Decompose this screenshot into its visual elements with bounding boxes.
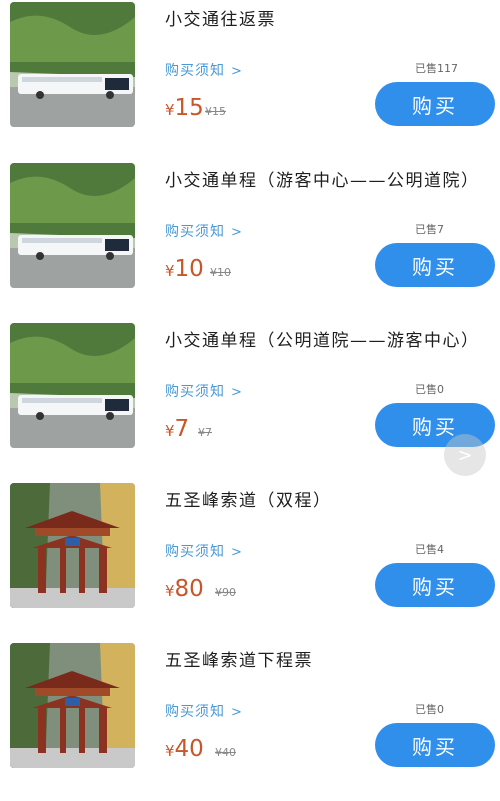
original-price: ¥7	[198, 426, 212, 439]
shuttle-bus-image	[10, 163, 135, 288]
ticket-title: 五圣峰索道（双程）	[165, 491, 332, 511]
price-value: 15	[174, 95, 204, 121]
ticket-item[interactable]: 小交通单程（游客中心——公明道院） 购买须知 > 已售7 ¥10 ¥10 购买	[0, 161, 500, 321]
shuttle-bus-thumbnail[interactable]	[10, 163, 135, 288]
purchase-notice-link[interactable]: 购买须知 >	[165, 541, 243, 561]
purchase-notice-link[interactable]: 购买须知 >	[165, 701, 243, 721]
shuttle-bus-image	[10, 2, 135, 127]
purchase-notice-link[interactable]: 购买须知 >	[165, 221, 243, 241]
purchase-notice-label: 购买须知	[165, 63, 225, 79]
shuttle-bus-thumbnail[interactable]	[10, 323, 135, 448]
original-price: ¥15	[205, 105, 226, 118]
sold-count: 已售7	[415, 223, 444, 236]
price: ¥7	[165, 416, 189, 442]
purchase-notice-label: 购买须知	[165, 224, 225, 240]
purchase-notice-label: 购买须知	[165, 384, 225, 400]
price-value: 7	[174, 416, 190, 442]
sold-count: 已售4	[415, 543, 444, 556]
chevron-right-icon: >	[231, 545, 243, 560]
temple-gate-thumbnail[interactable]	[10, 643, 135, 768]
chevron-right-icon: >	[231, 225, 243, 240]
chevron-right-icon: >	[231, 385, 243, 400]
currency-symbol: ¥	[165, 742, 175, 760]
ticket-item[interactable]: 五圣峰索道下程票 购买须知 > 已售0 ¥40 ¥40 购买	[0, 641, 500, 801]
purchase-notice-label: 购买须知	[165, 704, 225, 720]
chevron-right-icon: >	[231, 705, 243, 720]
buy-button[interactable]: 购买	[375, 563, 495, 607]
ticket-item[interactable]: 小交通单程（公明道院——游客中心） 购买须知 > 已售0 ¥7 ¥7 购买	[0, 321, 500, 481]
temple-gate-image	[10, 483, 135, 608]
chevron-right-icon: >	[457, 444, 473, 466]
price-value: 10	[174, 256, 204, 282]
ticket-item[interactable]: 五圣峰索道（双程） 购买须知 > 已售4 ¥80 ¥90 购买	[0, 481, 500, 641]
shuttle-bus-thumbnail[interactable]	[10, 2, 135, 127]
buy-button[interactable]: 购买	[375, 82, 495, 126]
price: ¥10	[165, 256, 204, 282]
ticket-title: 小交通单程（游客中心——公明道院）	[165, 171, 480, 191]
shuttle-bus-image	[10, 323, 135, 448]
ticket-title: 五圣峰索道下程票	[165, 651, 313, 671]
sold-count: 已售0	[415, 383, 444, 396]
currency-symbol: ¥	[165, 582, 175, 600]
original-price: ¥90	[215, 586, 236, 599]
chevron-right-icon: >	[231, 64, 243, 79]
sold-count: 已售0	[415, 703, 444, 716]
currency-symbol: ¥	[165, 262, 175, 280]
buy-button[interactable]: 购买	[375, 243, 495, 287]
ticket-title: 小交通单程（公明道院——游客中心）	[165, 331, 480, 351]
temple-gate-thumbnail[interactable]	[10, 483, 135, 608]
price-value: 40	[174, 736, 204, 762]
buy-button[interactable]: 购买	[375, 723, 495, 767]
purchase-notice-label: 购买须知	[165, 544, 225, 560]
floating-next-button[interactable]: >	[444, 434, 486, 476]
price-value: 80	[174, 576, 204, 602]
currency-symbol: ¥	[165, 422, 175, 440]
temple-gate-image	[10, 643, 135, 768]
original-price: ¥40	[215, 746, 236, 759]
price: ¥80	[165, 576, 204, 602]
currency-symbol: ¥	[165, 101, 175, 119]
price: ¥15	[165, 95, 204, 121]
original-price: ¥10	[210, 266, 231, 279]
ticket-item[interactable]: 小交通往返票 购买须知 > 已售117 ¥15 ¥15 购买	[0, 0, 500, 160]
ticket-title: 小交通往返票	[165, 10, 276, 30]
purchase-notice-link[interactable]: 购买须知 >	[165, 381, 243, 401]
sold-count: 已售117	[415, 62, 458, 75]
price: ¥40	[165, 736, 204, 762]
purchase-notice-link[interactable]: 购买须知 >	[165, 60, 243, 80]
